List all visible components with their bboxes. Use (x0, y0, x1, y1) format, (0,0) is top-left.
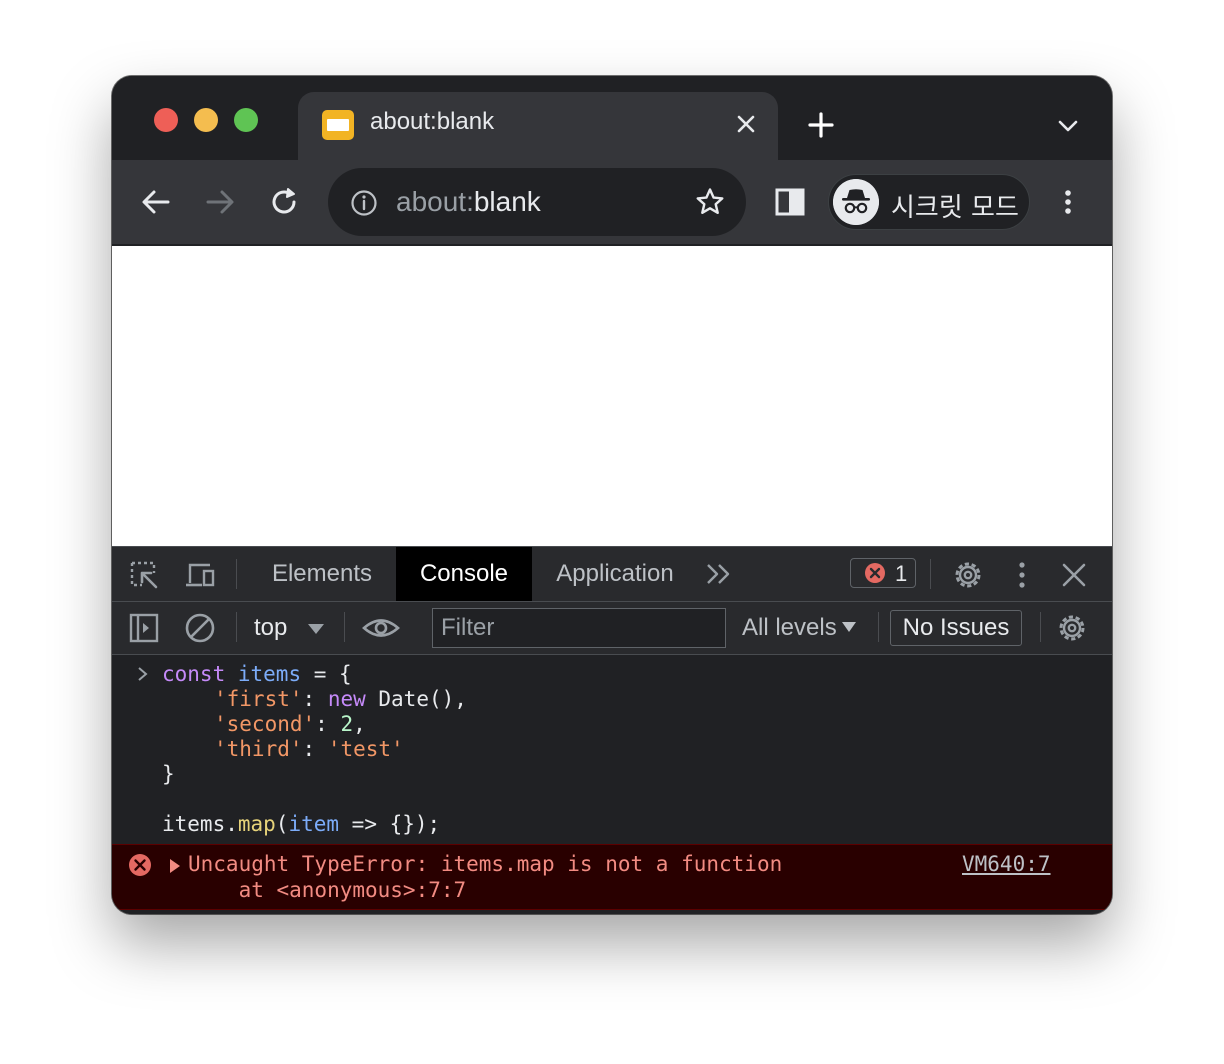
address-scheme: about: (396, 186, 474, 217)
prompt-chevron-icon (138, 667, 148, 681)
new-tab-icon[interactable] (806, 110, 836, 140)
code-token: item (288, 812, 340, 836)
device-toolbar-icon[interactable] (184, 559, 216, 591)
code-token: 'second' (214, 712, 316, 736)
code-token: 'test' (327, 737, 404, 761)
code-line: 'third': 'test' (214, 737, 404, 762)
show-sidebar-icon[interactable] (128, 612, 160, 644)
expand-triangle-icon[interactable] (170, 859, 180, 873)
toolbar-separator (236, 559, 237, 589)
tab-console[interactable]: Console (396, 547, 532, 601)
code-token: ( (275, 812, 289, 836)
code-token: 'first' (214, 687, 303, 711)
browser-toolbar: about:blank 시크릿 모드 (112, 160, 1112, 244)
close-tab-icon[interactable] (734, 112, 758, 136)
address-text[interactable]: about:blank (396, 186, 541, 218)
levels-dropdown-arrow-icon[interactable] (842, 622, 856, 632)
console-toolbar: top All levels No Issues (112, 602, 1112, 655)
error-location: at <anonymous>:7:7 (188, 878, 467, 902)
close-devtools-icon[interactable] (1058, 559, 1090, 591)
chevron-down-icon[interactable] (1056, 114, 1080, 138)
code-token: 2 (340, 712, 354, 736)
code-line: 'first': new Date(), (214, 687, 467, 712)
code-token: const (162, 662, 226, 686)
context-selector[interactable]: top (254, 614, 287, 642)
error-text: Uncaught TypeError: items.map is not a f… (188, 851, 782, 903)
toolbar-separator (930, 559, 931, 589)
devtools-panel: Elements Console Application 1 top Filte… (112, 546, 1112, 914)
log-levels-dropdown[interactable]: All levels (742, 614, 837, 642)
code-token: => {}); (339, 812, 441, 836)
tab-application[interactable]: Application (544, 547, 686, 601)
toolbar-separator (1040, 612, 1041, 642)
error-message: Uncaught TypeError: items.map is not a f… (188, 852, 783, 876)
toolbar-separator (236, 612, 237, 642)
code-line: const items = { (162, 662, 352, 687)
filter-input[interactable] (432, 608, 726, 648)
error-count: 1 (895, 561, 908, 586)
page-viewport[interactable] (112, 246, 1112, 546)
more-tabs-icon[interactable] (704, 561, 734, 587)
code-token: : (315, 712, 341, 736)
side-panel-icon[interactable] (774, 186, 806, 218)
code-token: items. (162, 812, 238, 836)
more-vertical-icon[interactable] (1056, 186, 1080, 218)
browser-window: about:blank about:blank 시크릿 모드 Elements … (112, 76, 1112, 914)
code-token: new (327, 687, 366, 711)
devtools-main-toolbar: Elements Console Application 1 (112, 546, 1112, 602)
browser-tab[interactable]: about:blank (298, 92, 778, 162)
back-arrow-icon[interactable] (138, 184, 174, 220)
issues-button[interactable]: No Issues (890, 610, 1022, 646)
forward-arrow-icon[interactable] (202, 184, 238, 220)
live-expression-eye-icon[interactable] (362, 612, 400, 644)
error-message-row[interactable]: Uncaught TypeError: items.map is not a f… (112, 844, 1112, 910)
code-token: : (302, 687, 328, 711)
incognito-indicator[interactable]: 시크릿 모드 (828, 174, 1030, 230)
error-icon (865, 563, 885, 583)
settings-gear-icon[interactable] (952, 559, 984, 591)
close-window-button[interactable] (154, 108, 178, 132)
console-settings-gear-icon[interactable] (1056, 612, 1088, 644)
incognito-icon (833, 179, 879, 225)
code-token: map (237, 812, 276, 836)
code-token: = { (301, 662, 352, 686)
console-output[interactable]: const items = { 'first': new Date(), 'se… (112, 656, 1112, 914)
page-favicon-icon (322, 110, 354, 140)
address-path: blank (473, 186, 541, 217)
error-count-badge[interactable]: 1 (850, 558, 916, 588)
code-token: 'third' (214, 737, 303, 761)
code-line: items.map(item => {}); (162, 812, 440, 837)
code-line: 'second': 2, (214, 712, 366, 737)
tab-strip: about:blank (112, 76, 1112, 162)
maximize-window-button[interactable] (234, 108, 258, 132)
toolbar-separator (878, 612, 879, 642)
code-line: } (162, 762, 175, 786)
incognito-label: 시크릿 모드 (891, 193, 1019, 223)
info-icon[interactable] (350, 189, 378, 217)
code-token: Date(), (365, 687, 467, 711)
code-token: items (237, 662, 302, 686)
minimize-window-button[interactable] (194, 108, 218, 132)
tab-title: about:blank (370, 108, 495, 135)
context-dropdown-arrow-icon[interactable] (308, 624, 324, 634)
address-bar[interactable]: about:blank (328, 168, 746, 236)
reload-icon[interactable] (266, 184, 302, 220)
tab-elements[interactable]: Elements (256, 547, 388, 601)
bookmark-star-icon[interactable] (694, 186, 726, 218)
error-x-icon (129, 854, 151, 876)
error-source-link[interactable]: VM640:7 (962, 851, 1051, 877)
toolbar-separator (344, 612, 345, 642)
devtools-more-icon[interactable] (1010, 559, 1034, 591)
inspect-element-icon[interactable] (128, 559, 160, 591)
code-token: , (353, 712, 366, 736)
code-token: : (302, 737, 328, 761)
clear-console-icon[interactable] (184, 612, 216, 644)
